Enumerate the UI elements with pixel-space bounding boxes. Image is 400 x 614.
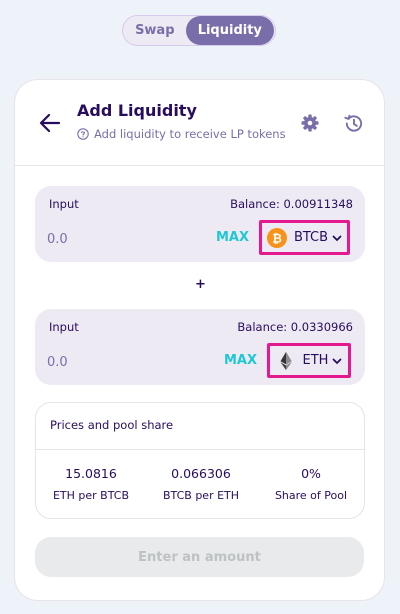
input-panel-b: Input Balance: 0.0330966 MAX ETH (35, 309, 365, 385)
input-label: Input (49, 320, 79, 334)
svg-text:₿: ₿ (272, 231, 282, 245)
page-title: Add Liquidity (77, 101, 197, 120)
bitcoin-icon: ₿ (266, 227, 287, 248)
card-header: Add Liquidity Add liquidity to receive L… (15, 80, 384, 166)
balance-text: Balance: 0.00911348 (230, 197, 353, 211)
input-label: Input (49, 197, 79, 211)
ethereum-icon (280, 351, 292, 370)
tab-liquidity[interactable]: Liquidity (185, 16, 274, 45)
input-panel-a: Input Balance: 0.00911348 MAX ₿ BTCB (35, 186, 365, 262)
help-circle-icon[interactable] (77, 128, 89, 140)
balance-text: Balance: 0.0330966 (237, 320, 353, 334)
stat-btcb-per-eth: 0.066306 BTCB per ETH (146, 466, 256, 502)
stat-value: 0.066306 (171, 466, 231, 481)
stat-label: ETH per BTCB (52, 489, 130, 502)
add-liquidity-card: Add Liquidity Add liquidity to receive L… (14, 79, 385, 601)
prices-pool-share: Prices and pool share 15.0816 ETH per BT… (35, 402, 365, 519)
subtitle-text: Add liquidity to receive LP tokens (94, 127, 286, 141)
token-select-btcb[interactable]: ₿ BTCB (259, 220, 350, 255)
chevron-down-icon (332, 235, 342, 241)
stat-share-of-pool: 0% Share of Pool (256, 466, 366, 502)
swap-liquidity-toggle: Swap Liquidity (122, 15, 276, 46)
divider (36, 449, 364, 450)
max-button-b[interactable]: MAX (224, 353, 257, 368)
back-arrow-icon[interactable] (39, 112, 61, 134)
chevron-down-icon (333, 358, 342, 364)
token-symbol: ETH (302, 353, 329, 368)
stat-value: 0% (301, 466, 321, 481)
stat-label: Share of Pool (274, 489, 348, 502)
amount-input-b[interactable] (47, 351, 197, 373)
prices-title: Prices and pool share (50, 418, 174, 432)
history-icon[interactable] (343, 113, 364, 134)
plus-sign: + (195, 277, 206, 292)
token-select-eth[interactable]: ETH (267, 343, 351, 378)
page-subtitle: Add liquidity to receive LP tokens (77, 127, 286, 141)
stat-eth-per-btcb: 15.0816 ETH per BTCB (36, 466, 146, 502)
enter-amount-button[interactable]: Enter an amount (35, 537, 364, 577)
gear-icon[interactable] (300, 113, 320, 133)
max-button-a[interactable]: MAX (216, 230, 249, 245)
token-symbol: BTCB (293, 230, 329, 245)
stat-label: BTCB per ETH (162, 489, 240, 502)
stat-value: 15.0816 (65, 466, 117, 481)
tab-swap[interactable]: Swap (124, 16, 186, 45)
amount-input-a[interactable] (47, 228, 197, 250)
